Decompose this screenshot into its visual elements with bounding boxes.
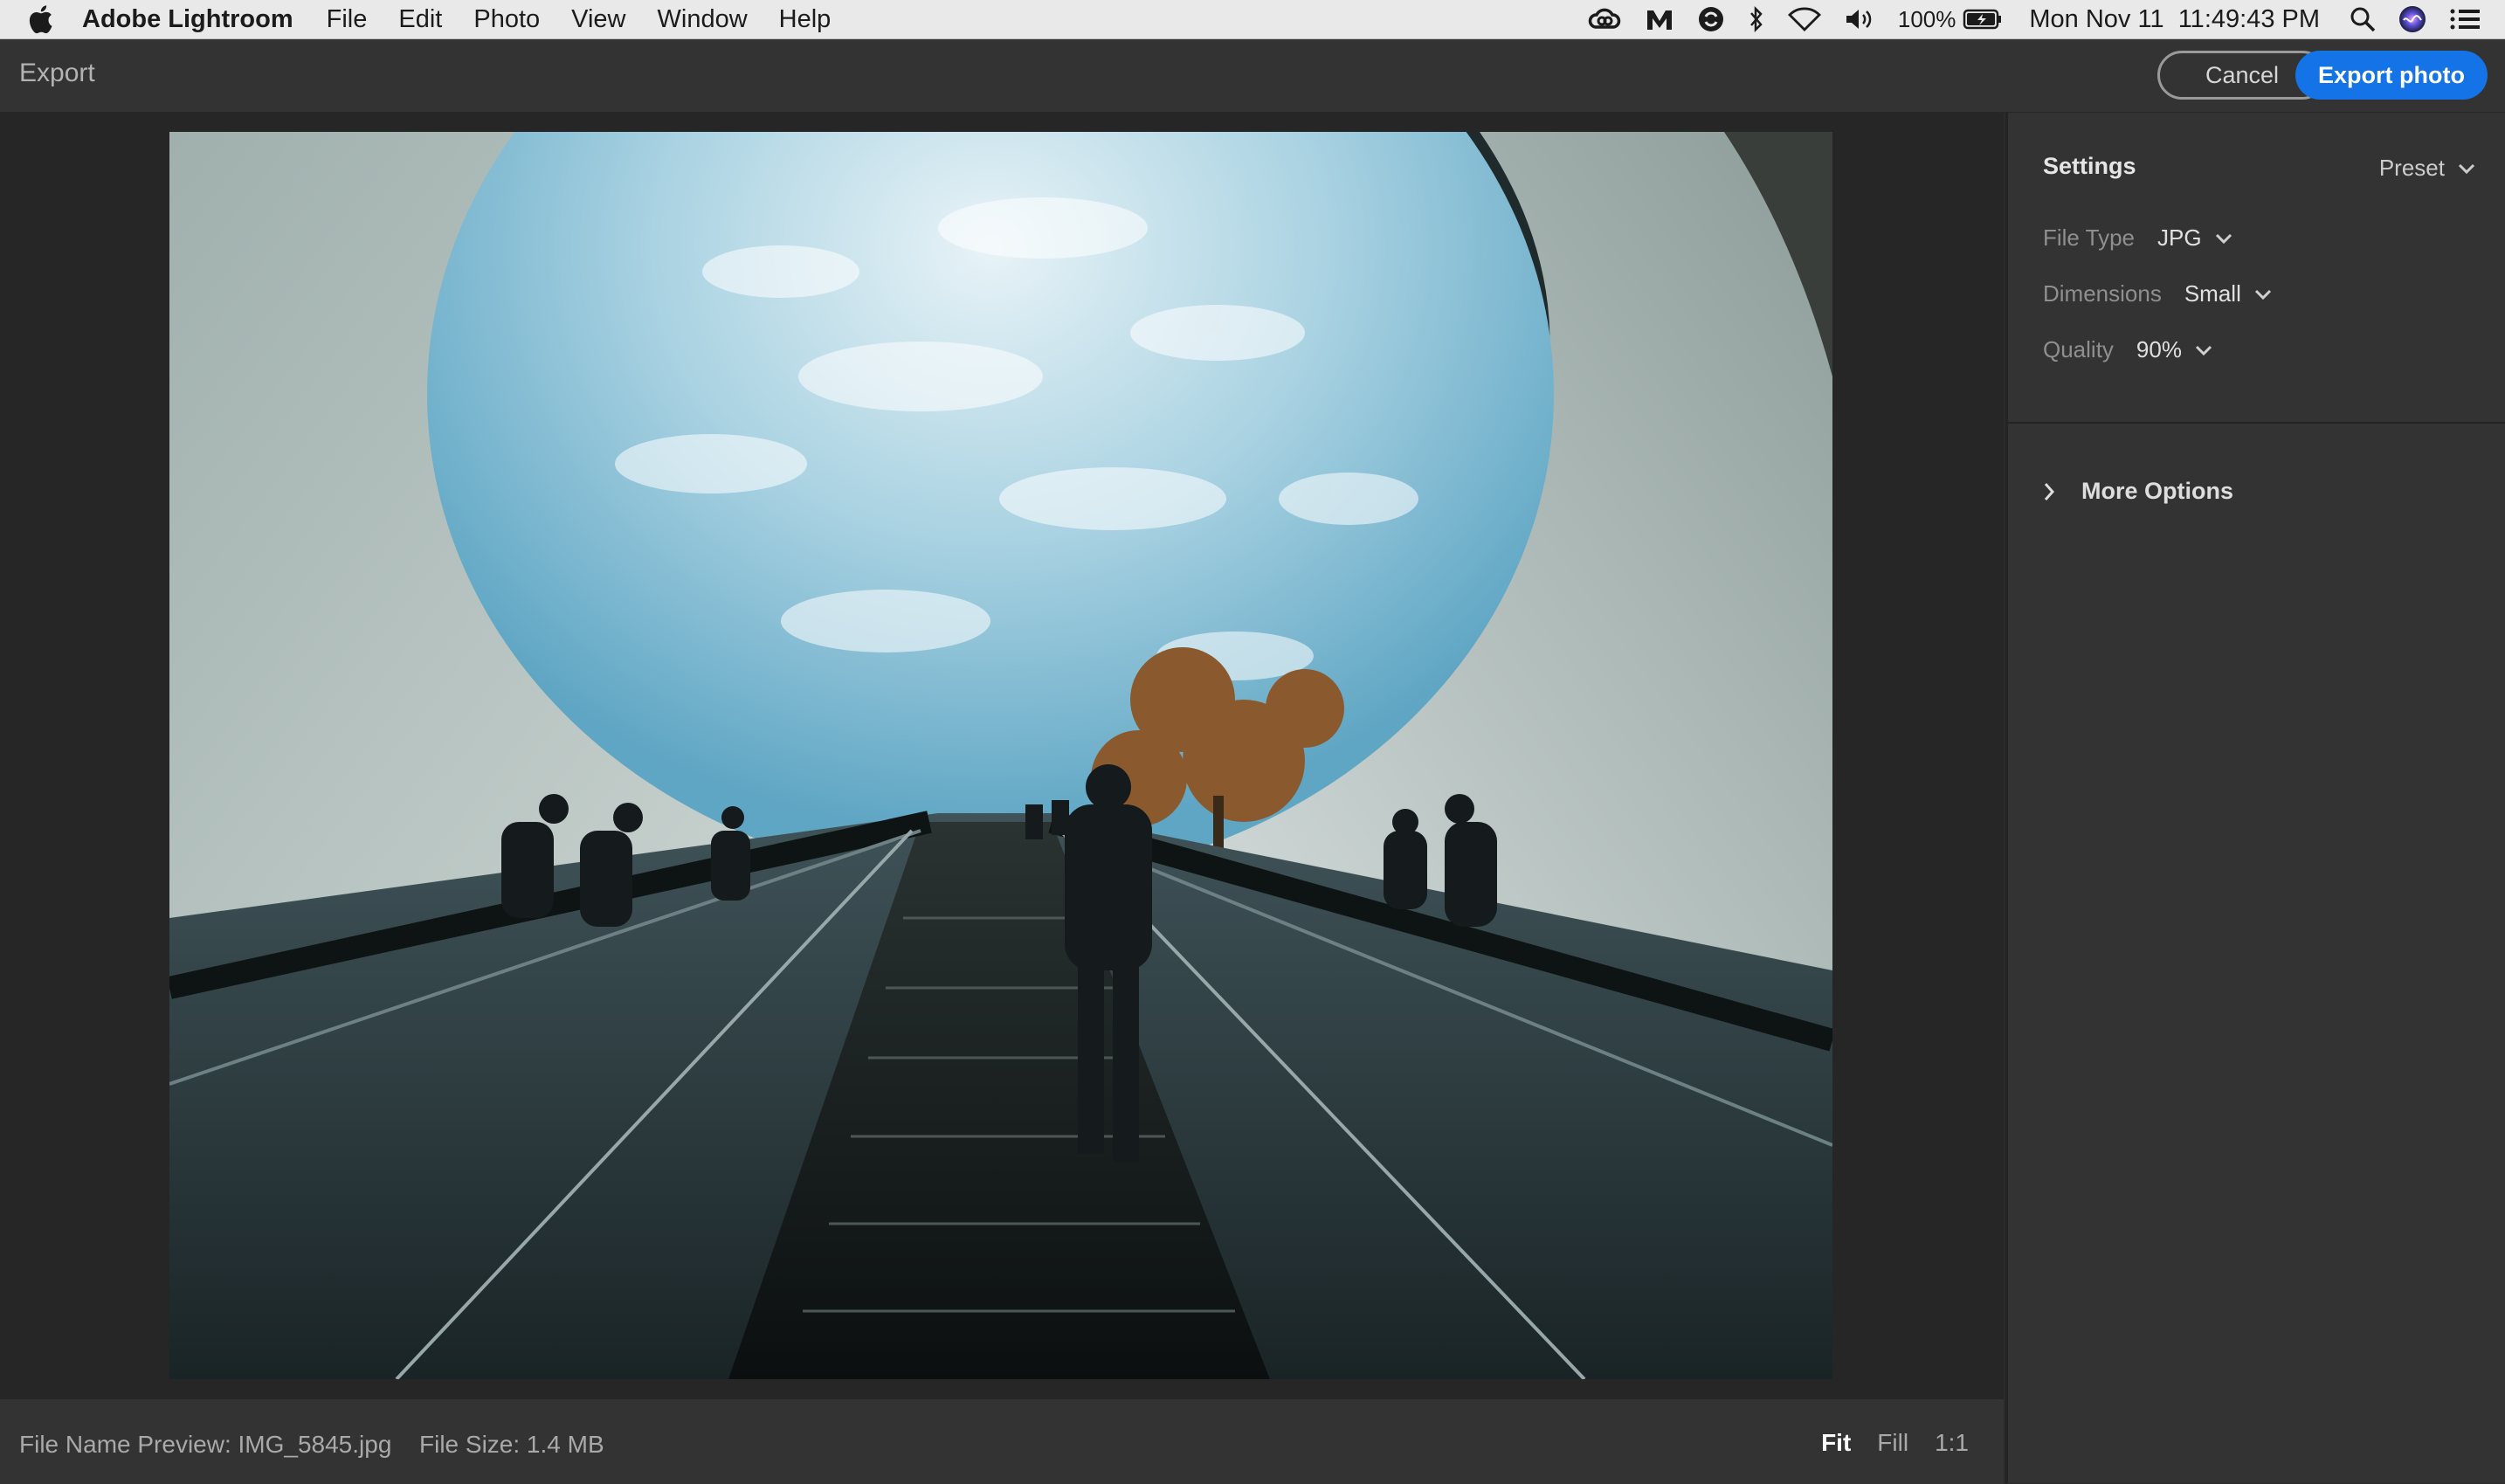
- more-options-label: More Options: [2081, 478, 2233, 504]
- photo-preview: [169, 132, 1832, 1379]
- dimensions-row: Dimensions Small: [2043, 280, 2273, 307]
- file-menu[interactable]: File: [327, 5, 368, 34]
- chevron-down-icon: [2215, 233, 2232, 244]
- export-title-bar: Export Cancel Export photo: [0, 39, 2505, 113]
- quality-value: 90%: [2136, 336, 2182, 362]
- wifi-icon[interactable]: [1787, 7, 1821, 31]
- file-name-preview: File Name Preview: IMG_5845.jpg: [19, 1431, 392, 1458]
- page-title: Export: [19, 59, 95, 87]
- battery-percent[interactable]: 100%: [1898, 6, 1956, 33]
- preset-dropdown[interactable]: Preset: [2379, 155, 2476, 182]
- menu-bar: Adobe Lightroom File Edit Photo View Win…: [0, 0, 2505, 39]
- view-menu[interactable]: View: [571, 5, 625, 34]
- photo-menu[interactable]: Photo: [473, 5, 540, 34]
- file-type-label: File Type: [2043, 224, 2136, 251]
- m-icon[interactable]: [1645, 6, 1674, 32]
- file-type-row: File Type JPG: [2043, 224, 2233, 252]
- dimensions-label: Dimensions: [2043, 280, 2162, 307]
- chevron-down-icon: [2458, 163, 2475, 174]
- export-photo-button[interactable]: Export photo: [2295, 51, 2488, 100]
- window-menu[interactable]: Window: [658, 5, 748, 34]
- status-area: 100% Mon Nov 11 11:49:43 PM: [1564, 0, 2481, 38]
- dimensions-value: Small: [2184, 280, 2241, 307]
- more-options-toggle[interactable]: More Options: [2043, 478, 2233, 505]
- sync-icon[interactable]: [1697, 5, 1725, 33]
- settings-title: Settings: [2043, 153, 2136, 179]
- bluetooth-icon[interactable]: [1748, 6, 1765, 32]
- search-icon[interactable]: [2350, 6, 2376, 32]
- chevron-down-icon: [2195, 345, 2212, 355]
- volume-icon[interactable]: [1844, 7, 1875, 31]
- preview-area: [0, 113, 2004, 1398]
- quality-dropdown[interactable]: 90%: [2136, 336, 2213, 363]
- list-icon[interactable]: [2449, 7, 2481, 31]
- help-menu[interactable]: Help: [779, 5, 832, 34]
- app-name-menu[interactable]: Adobe Lightroom: [82, 5, 293, 34]
- creative-cloud-icon[interactable]: [1587, 6, 1622, 32]
- edit-menu[interactable]: Edit: [398, 5, 442, 34]
- zoom-fill-button[interactable]: Fill: [1877, 1429, 1908, 1457]
- dimensions-dropdown[interactable]: Small: [2184, 280, 2273, 307]
- file-type-dropdown[interactable]: JPG: [2157, 224, 2233, 252]
- zoom-fit-button[interactable]: Fit: [1821, 1429, 1851, 1457]
- battery-icon[interactable]: [1963, 8, 2003, 31]
- file-size: File Size: 1.4 MB: [419, 1431, 604, 1458]
- file-type-value: JPG: [2157, 224, 2202, 251]
- settings-panel: Settings Preset File Type JPG Dimensions…: [2005, 113, 2505, 1483]
- chevron-right-icon: [2044, 482, 2055, 500]
- quality-label: Quality: [2043, 336, 2114, 362]
- quality-row: Quality 90%: [2043, 336, 2213, 363]
- panel-divider: [2008, 422, 2505, 424]
- preset-label: Preset: [2378, 155, 2445, 181]
- clock[interactable]: Mon Nov 11 11:49:43 PM: [2029, 5, 2320, 34]
- chevron-down-icon: [2254, 289, 2271, 300]
- preview-footer: File Name Preview: IMG_5845.jpg File Siz…: [0, 1398, 2004, 1484]
- zoom-controls: Fit Fill 1:1: [1795, 1429, 1969, 1457]
- siri-icon[interactable]: [2398, 5, 2426, 33]
- zoom-1-to-1-button[interactable]: 1:1: [1935, 1429, 1969, 1457]
- apple-icon[interactable]: [24, 3, 56, 35]
